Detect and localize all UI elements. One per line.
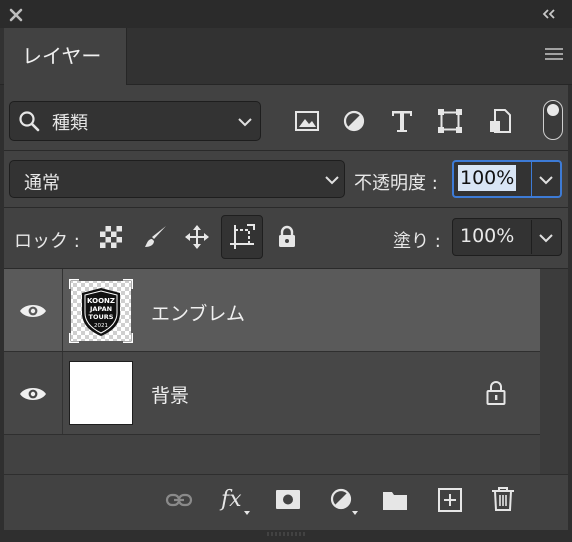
image-filter-icon[interactable] bbox=[294, 108, 320, 134]
fx-icon[interactable]: fx bbox=[219, 486, 253, 516]
search-icon bbox=[18, 110, 40, 132]
lock-icon bbox=[484, 380, 508, 406]
opacity-divider bbox=[531, 162, 532, 196]
new-adjustment-layer-icon[interactable] bbox=[328, 486, 362, 516]
divider bbox=[4, 207, 568, 208]
chevron-down-icon bbox=[324, 175, 340, 185]
fill-divider bbox=[531, 220, 532, 254]
layer-thumbnail-emblem[interactable]: KOONZ JAPAN TOURS 2021 bbox=[69, 279, 133, 343]
layer-thumbnail-background[interactable] bbox=[69, 361, 133, 425]
scrollbar-track[interactable] bbox=[540, 269, 568, 474]
opacity-label: 不透明度 : bbox=[354, 173, 438, 194]
divider bbox=[4, 150, 568, 151]
double-chevron-left-icon[interactable] bbox=[540, 8, 558, 20]
opacity-value: 100% bbox=[458, 165, 517, 191]
blend-mode-value: 通常 bbox=[24, 173, 60, 194]
lock-position-icon[interactable] bbox=[184, 224, 210, 250]
eye-icon[interactable] bbox=[19, 385, 47, 403]
layer-name-background[interactable]: 背景 bbox=[151, 381, 189, 408]
lock-transparent-pixels-icon[interactable] bbox=[98, 224, 124, 250]
lock-label: ロック : bbox=[14, 231, 80, 252]
smart-object-filter-icon[interactable] bbox=[487, 108, 513, 134]
resize-grip[interactable] bbox=[266, 531, 306, 537]
lock-all-icon[interactable] bbox=[274, 224, 300, 250]
fill-chevron-down-icon[interactable] bbox=[538, 233, 554, 243]
emblem-text: TOURS bbox=[89, 313, 114, 321]
emblem-text: KOONZ bbox=[87, 297, 115, 305]
trash-icon[interactable] bbox=[489, 486, 517, 512]
layer-list-empty-area bbox=[4, 436, 540, 474]
filter-kind-label: 種類 bbox=[52, 113, 88, 134]
layer-mask-icon[interactable] bbox=[274, 487, 302, 513]
eye-icon[interactable] bbox=[19, 302, 47, 320]
emblem-text: 2021 bbox=[94, 323, 108, 329]
lock-artboard-icon bbox=[229, 224, 255, 250]
panel-title-strip bbox=[0, 0, 572, 28]
filter-kind-dropdown[interactable] bbox=[9, 101, 261, 141]
tab-layers-label: レイヤー bbox=[22, 44, 102, 68]
hamburger-menu-icon[interactable] bbox=[544, 46, 564, 62]
shape-filter-icon[interactable] bbox=[437, 108, 463, 134]
adjustment-filter-icon[interactable] bbox=[341, 108, 367, 134]
lock-image-pixels-icon[interactable] bbox=[142, 224, 168, 250]
emblem-text: JAPAN bbox=[89, 305, 112, 313]
opacity-chevron-down-icon[interactable] bbox=[538, 175, 554, 185]
svg-text:fx: fx bbox=[219, 487, 242, 512]
toggle-knob bbox=[547, 104, 559, 116]
fill-label: 塗り : bbox=[393, 231, 441, 252]
type-filter-icon[interactable] bbox=[389, 108, 415, 134]
new-group-folder-icon[interactable] bbox=[381, 487, 409, 513]
layer-name-emblem[interactable]: エンブレム bbox=[151, 299, 245, 326]
link-layers-icon[interactable] bbox=[165, 487, 193, 513]
close-icon[interactable] bbox=[8, 7, 24, 23]
new-layer-icon[interactable] bbox=[436, 487, 464, 513]
fill-value: 100% bbox=[460, 225, 515, 247]
chevron-down-icon bbox=[237, 117, 253, 127]
